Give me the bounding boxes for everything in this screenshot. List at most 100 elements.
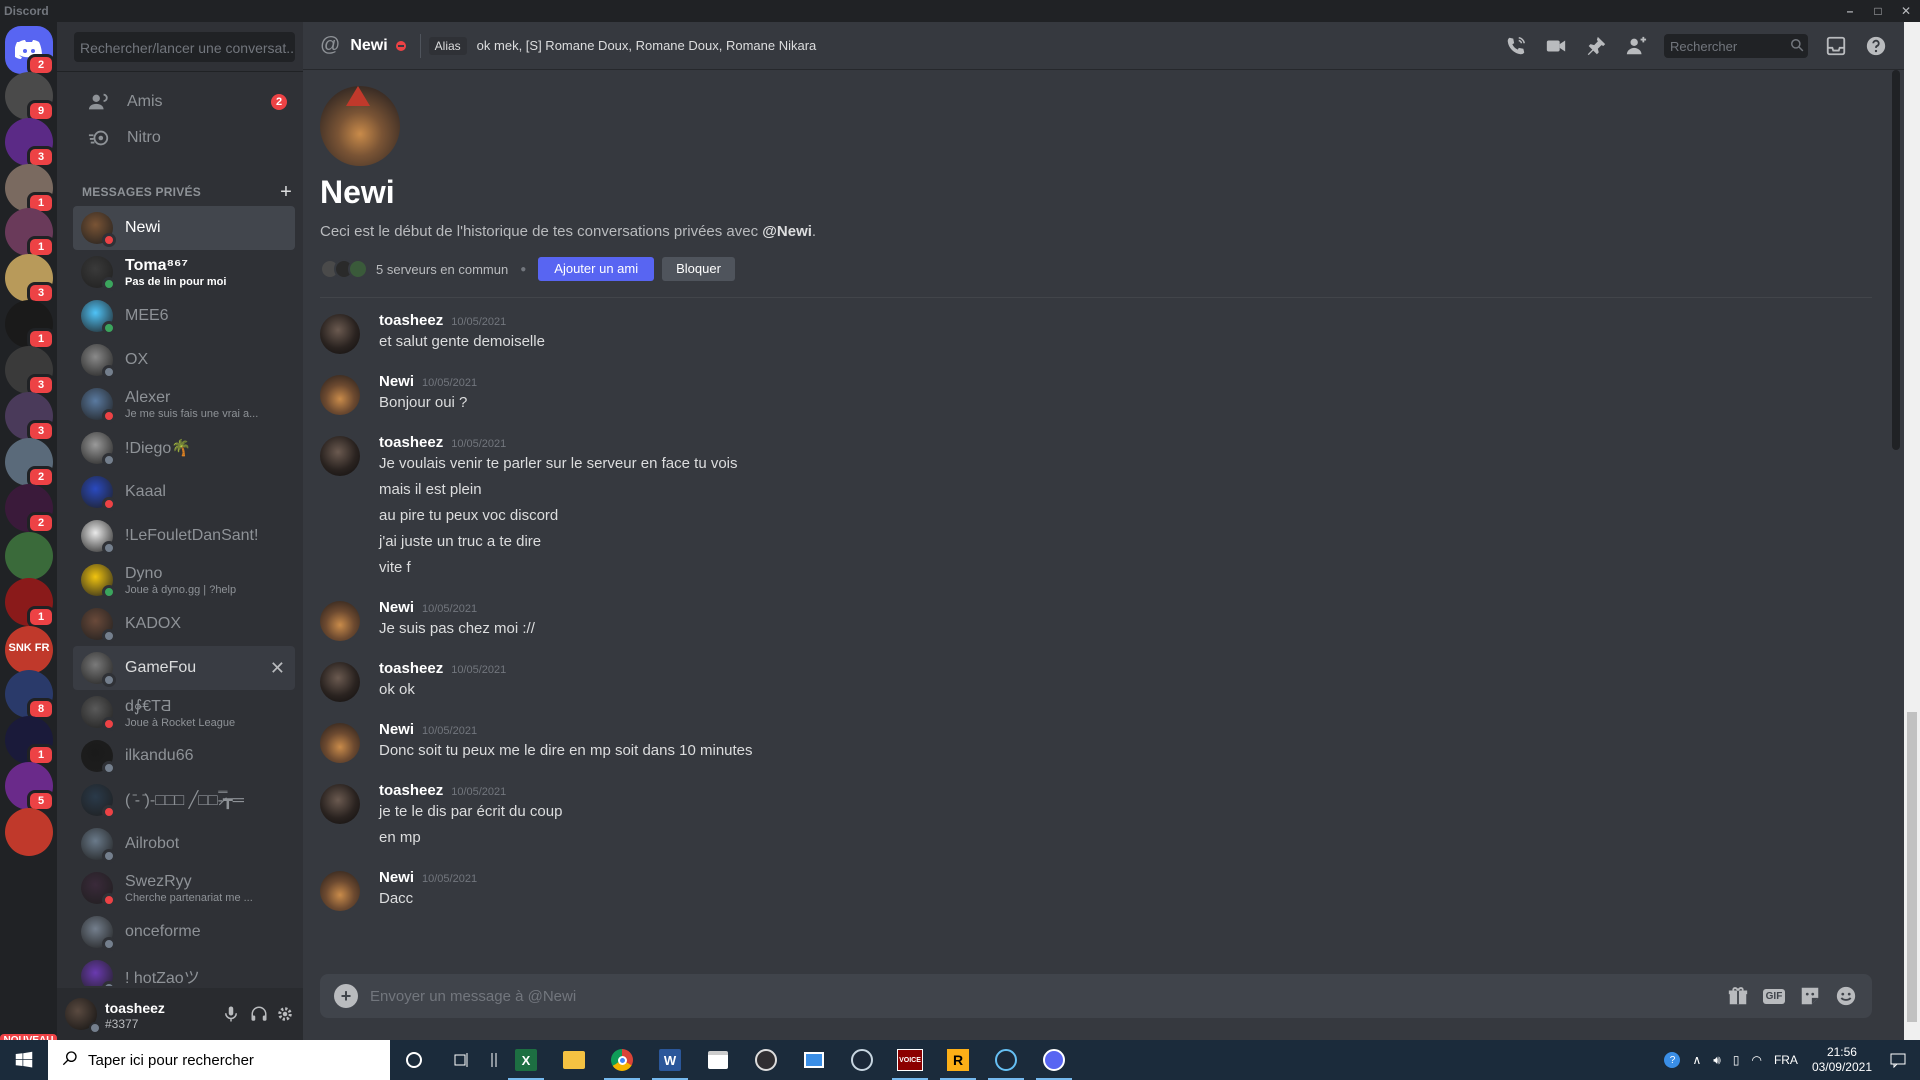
server-icon[interactable] xyxy=(5,532,53,580)
window-scrollbar[interactable] xyxy=(1904,22,1920,1040)
attach-plus-icon[interactable]: + xyxy=(334,984,358,1008)
voice-call-icon[interactable] xyxy=(1504,34,1528,58)
message-avatar[interactable] xyxy=(320,662,360,702)
message-author[interactable]: toasheez xyxy=(379,434,443,451)
dm-item[interactable]: !Diego🌴 xyxy=(73,426,295,470)
chrome-icon[interactable] xyxy=(598,1040,646,1080)
windows-start-icon[interactable] xyxy=(0,1040,48,1080)
message-author[interactable]: toasheez xyxy=(379,782,443,799)
task-view-icon[interactable] xyxy=(438,1040,486,1080)
dm-item[interactable]: GameFou ✕ xyxy=(73,646,295,690)
language-indicator[interactable]: FRA xyxy=(1774,1053,1798,1067)
settings-gear-icon[interactable] xyxy=(273,1002,297,1026)
dm-item[interactable]: Alexer Je me suis fais une vrai a... xyxy=(73,382,295,426)
headphones-icon[interactable] xyxy=(247,1002,271,1026)
chat-scrollbar-thumb[interactable] xyxy=(1892,70,1900,450)
dm-item[interactable]: SwezRyy Cherche partenariat me ... xyxy=(73,866,295,910)
dm-item[interactable]: onceforme xyxy=(73,910,295,954)
pin-icon[interactable] xyxy=(1584,34,1608,58)
obs-icon[interactable] xyxy=(742,1040,790,1080)
message-author[interactable]: toasheez xyxy=(379,312,443,329)
dm-item[interactable]: Dyno Joue à dyno.gg | ?help xyxy=(73,558,295,602)
maximize-button[interactable]: □ xyxy=(1864,0,1892,22)
taskbar-search[interactable]: Taper ici pour rechercher xyxy=(48,1040,390,1080)
message-avatar[interactable] xyxy=(320,375,360,415)
window-scrollbar-thumb[interactable] xyxy=(1907,712,1917,1022)
dm-item[interactable]: MEE6 xyxy=(73,294,295,338)
microphone-icon[interactable] xyxy=(219,1002,243,1026)
message-author[interactable]: toasheez xyxy=(379,660,443,677)
dm-item[interactable]: !LeFouletDanSant! xyxy=(73,514,295,558)
dm-item[interactable]: OX xyxy=(73,338,295,382)
message-author[interactable]: Newi xyxy=(379,721,414,738)
message-input[interactable]: Envoyer un message à @Newi xyxy=(370,988,1720,1005)
server-icon[interactable]: 2 xyxy=(5,438,55,488)
dm-item[interactable]: ilkandu66 xyxy=(73,734,295,778)
server-icon[interactable] xyxy=(5,808,53,856)
steam-icon[interactable] xyxy=(982,1040,1030,1080)
message-avatar[interactable] xyxy=(320,314,360,354)
help-icon[interactable] xyxy=(1864,34,1888,58)
gif-button[interactable]: GIF xyxy=(1762,984,1786,1008)
video-call-icon[interactable] xyxy=(1544,34,1568,58)
gift-icon[interactable] xyxy=(1726,984,1750,1008)
server-icon[interactable]: 2 xyxy=(5,484,55,534)
server-icon[interactable]: 1 xyxy=(5,300,55,350)
cortana-icon[interactable] xyxy=(390,1040,438,1080)
server-icon[interactable]: 3 xyxy=(5,118,55,168)
dm-item[interactable]: Newi xyxy=(73,206,295,250)
message-avatar[interactable] xyxy=(320,784,360,824)
welcome-mention[interactable]: @Newi xyxy=(762,223,812,240)
file-explorer-icon[interactable] xyxy=(550,1040,598,1080)
discord-home-button[interactable]: 2 xyxy=(5,26,55,76)
message-avatar[interactable] xyxy=(320,436,360,476)
rockstar-icon[interactable]: R xyxy=(934,1040,982,1080)
app-window-icon[interactable] xyxy=(790,1040,838,1080)
voicemeeter-icon[interactable]: VOICE xyxy=(886,1040,934,1080)
server-icon[interactable]: 8 xyxy=(5,670,55,720)
battery-icon[interactable]: ▯ xyxy=(1733,1053,1740,1067)
close-window-button[interactable]: ✕ xyxy=(1892,0,1920,22)
discord-icon[interactable] xyxy=(1030,1040,1078,1080)
clock[interactable]: 21:56 03/09/2021 xyxy=(1812,1045,1872,1075)
inbox-icon[interactable] xyxy=(1824,34,1848,58)
server-icon[interactable]: 5 xyxy=(5,762,55,812)
message-author[interactable]: Newi xyxy=(379,373,414,390)
server-icon[interactable]: 3 xyxy=(5,392,55,442)
dm-item[interactable]: d∳€ΤƋ Joue à Rocket League xyxy=(73,690,295,734)
server-icon[interactable]: 1 xyxy=(5,578,55,628)
server-icon[interactable]: 1 xyxy=(5,208,55,258)
dm-item[interactable]: ( ̄- ̄)-□□□ ╱□□-̷̿┳═ xyxy=(73,778,295,822)
message-author[interactable]: Newi xyxy=(379,599,414,616)
minimize-button[interactable]: – xyxy=(1836,0,1864,22)
dm-item[interactable]: Kaaal xyxy=(73,470,295,514)
emoji-icon[interactable] xyxy=(1834,984,1858,1008)
volume-icon[interactable]: 🔊︎ xyxy=(1713,1053,1721,1068)
dm-item[interactable]: Ailrobot xyxy=(73,822,295,866)
server-icon[interactable]: 9 xyxy=(5,72,55,122)
chevron-up-icon[interactable]: ∧ xyxy=(1692,1053,1701,1067)
add-friend-to-dm-icon[interactable] xyxy=(1624,34,1648,58)
store-icon[interactable] xyxy=(694,1040,742,1080)
message-author[interactable]: Newi xyxy=(379,869,414,886)
message-avatar[interactable] xyxy=(320,871,360,911)
server-icon[interactable]: 3 xyxy=(5,346,55,396)
close-dm-icon[interactable]: ✕ xyxy=(270,658,285,679)
dm-search-input[interactable]: Rechercher/lancer une conversat... xyxy=(74,32,295,62)
server-icon[interactable]: 1 xyxy=(5,716,55,766)
wifi-icon[interactable]: ◠ xyxy=(1751,1053,1761,1067)
server-icon[interactable]: 1 xyxy=(5,164,55,214)
excel-icon[interactable]: X xyxy=(502,1040,550,1080)
message-avatar[interactable] xyxy=(320,601,360,641)
dm-item[interactable]: Toma⁸⁶⁷ Pas de lin pour moi xyxy=(73,250,295,294)
sticker-icon[interactable] xyxy=(1798,984,1822,1008)
add-friend-button[interactable]: Ajouter un ami xyxy=(538,257,655,281)
block-button[interactable]: Bloquer xyxy=(662,257,735,281)
message-avatar[interactable] xyxy=(320,723,360,763)
server-icon[interactable]: SNK FR xyxy=(5,626,53,674)
chat-scrollbar[interactable] xyxy=(1888,70,1904,970)
dm-item[interactable]: KADOX xyxy=(73,602,295,646)
mutual-servers-link[interactable]: 5 serveurs en commun xyxy=(376,262,508,277)
action-center-icon[interactable] xyxy=(1890,1052,1906,1068)
server-icon[interactable]: 3 xyxy=(5,254,55,304)
